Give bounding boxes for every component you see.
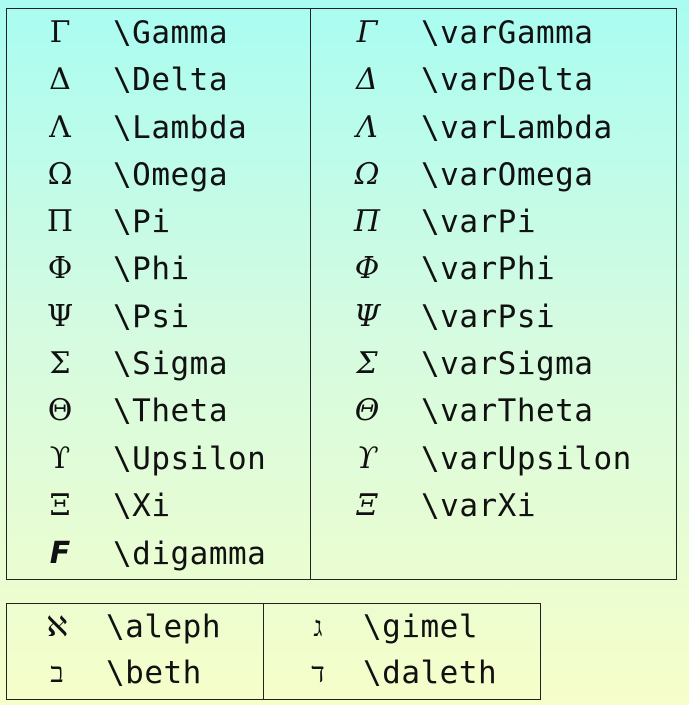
table-row: Ϝ \digamma (7, 534, 310, 574)
table-row: ℵ \aleph (7, 607, 263, 647)
symbol-glyph: Θ (354, 393, 380, 428)
table-row: Λ \Lambda (7, 108, 310, 148)
latex-command: \beth (106, 655, 202, 691)
table-row: Σ \Sigma (7, 344, 310, 384)
symbol-glyph: ϒ (356, 441, 378, 476)
symbol-glyph: ד (311, 656, 325, 689)
table-row: Ψ \Psi (7, 297, 310, 337)
symbol-glyph: ℵ (46, 610, 68, 643)
latex-command: \varGamma (421, 15, 594, 51)
latex-command: \varSigma (421, 346, 594, 382)
latex-command: \Delta (113, 62, 228, 98)
table-row: Σ \varSigma (311, 344, 676, 384)
latex-command: \varTheta (421, 393, 594, 429)
symbol-glyph: Π (46, 204, 74, 239)
latex-command: \varPsi (421, 299, 556, 335)
symbol-glyph: Λ (356, 110, 378, 145)
latex-command: \varPi (421, 204, 536, 240)
latex-command: \varXi (421, 488, 536, 524)
latex-command: \Omega (113, 157, 228, 193)
upright-greek-column: Γ \Gamma Δ \Delta Λ \Lambda Ω \Omega Π \… (7, 9, 311, 579)
table-row: Λ \varLambda (311, 108, 676, 148)
symbol-glyph: Δ (356, 62, 378, 97)
symbol-glyph: Φ (354, 251, 380, 286)
latex-command: \aleph (106, 609, 221, 645)
hebrew-left-column: ℵ \aleph ב \beth (7, 604, 264, 699)
table-row: Ξ \varXi (311, 486, 676, 526)
hebrew-right-column: ג \gimel ד \daleth (264, 604, 540, 699)
symbol-glyph: Θ (47, 393, 73, 428)
symbol-glyph: Ω (354, 157, 380, 192)
latex-command: \varLambda (421, 110, 613, 146)
latex-command: \varPhi (421, 251, 556, 287)
symbol-glyph: Γ (356, 15, 378, 50)
symbol-glyph: Λ (49, 110, 71, 145)
table-row: ג \gimel (264, 607, 540, 647)
table-row: Δ \Delta (7, 60, 310, 100)
symbol-glyph: Ψ (353, 299, 381, 334)
latex-command: \varDelta (421, 62, 594, 98)
symbol-glyph: Σ (49, 346, 71, 381)
latex-command: \Lambda (113, 110, 248, 146)
table-row: Φ \varPhi (311, 249, 676, 289)
latex-command: \Sigma (113, 346, 228, 382)
symbol-glyph: Ψ (46, 299, 74, 334)
symbol-glyph: ג (313, 610, 323, 643)
symbol-glyph: Φ (47, 251, 73, 286)
latex-command: \Xi (113, 488, 171, 524)
latex-command: \Theta (113, 393, 228, 429)
latex-command: \Phi (113, 251, 190, 287)
symbol-glyph: Π (353, 204, 381, 239)
symbol-glyph: Ω (47, 157, 73, 192)
table-row: ϒ \varUpsilon (311, 439, 676, 479)
symbol-glyph: Σ (356, 346, 378, 381)
latex-command: \digamma (113, 536, 267, 572)
symbol-glyph: Ξ (356, 488, 378, 523)
latex-command: \varOmega (421, 157, 594, 193)
latex-command: \Psi (113, 299, 190, 335)
symbol-glyph: ϒ (49, 441, 71, 476)
table-row: Θ \Theta (7, 391, 310, 431)
symbol-glyph: Ϝ (49, 536, 71, 571)
italic-greek-column: Γ \varGamma Δ \varDelta Λ \varLambda Ω \… (311, 9, 676, 579)
table-row: ב \beth (7, 653, 263, 693)
latex-command: \gimel (363, 609, 478, 645)
table-row: ד \daleth (264, 653, 540, 693)
hebrew-letters-table: ℵ \aleph ב \beth ג \gimel ד \daleth (6, 603, 541, 700)
table-row: Δ \varDelta (311, 60, 676, 100)
latex-command: \varUpsilon (421, 441, 632, 477)
table-row: Θ \varTheta (311, 391, 676, 431)
symbol-glyph: Γ (49, 15, 71, 50)
latex-command: \Pi (113, 204, 171, 240)
latex-command: \Upsilon (113, 441, 267, 477)
table-row: Ω \varOmega (311, 155, 676, 195)
symbol-glyph: Ξ (49, 488, 71, 523)
table-row: Γ \varGamma (311, 13, 676, 53)
symbol-glyph: ב (50, 656, 64, 689)
table-row: Ξ \Xi (7, 486, 310, 526)
greek-letters-table: Γ \Gamma Δ \Delta Λ \Lambda Ω \Omega Π \… (6, 8, 677, 580)
table-row: ϒ \Upsilon (7, 439, 310, 479)
latex-command: \daleth (363, 655, 498, 691)
table-row: Γ \Gamma (7, 13, 310, 53)
table-row: Φ \Phi (7, 249, 310, 289)
table-row: Π \varPi (311, 202, 676, 242)
table-row: Ω \Omega (7, 155, 310, 195)
table-row: Ψ \varPsi (311, 297, 676, 337)
table-row: Π \Pi (7, 202, 310, 242)
latex-command: \Gamma (113, 15, 228, 51)
symbol-glyph: Δ (49, 62, 71, 97)
